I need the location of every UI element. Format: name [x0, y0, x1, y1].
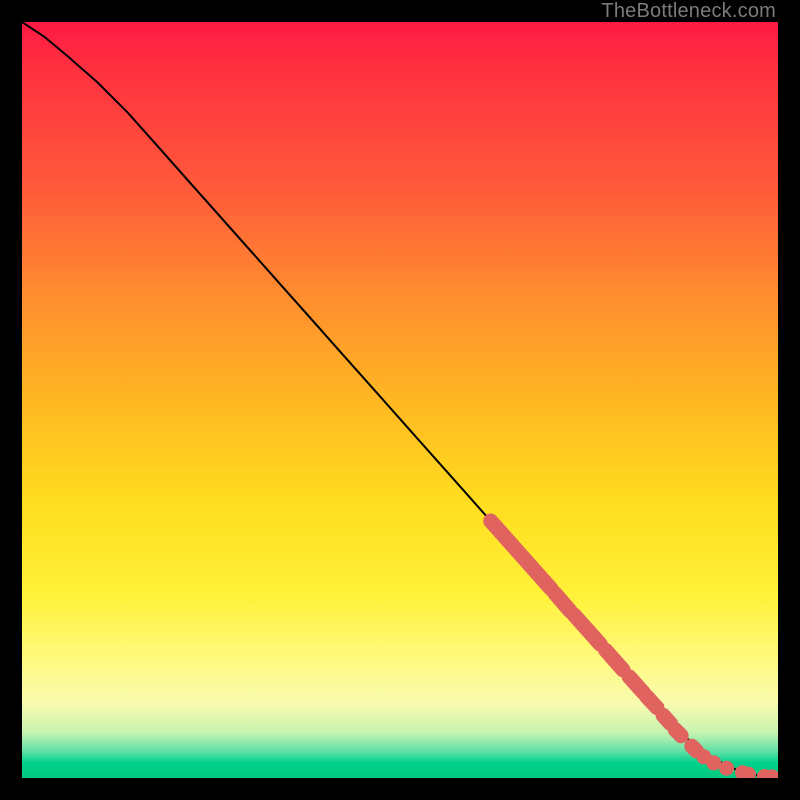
- highlight-markers: [491, 521, 778, 778]
- marker-segment: [555, 594, 570, 611]
- chart-container: TheBottleneck.com: [0, 0, 800, 800]
- marker-segment: [491, 521, 552, 589]
- marker-segment: [574, 615, 600, 645]
- marker-dot: [719, 761, 734, 776]
- curve-overlay: [22, 22, 778, 778]
- marker-segment: [647, 696, 658, 707]
- marker-dot: [706, 755, 721, 770]
- watermark-text: TheBottleneck.com: [601, 0, 776, 23]
- marker-segment: [606, 650, 623, 670]
- bottleneck-curve: [22, 22, 778, 777]
- marker-segment: [692, 746, 697, 751]
- marker-segment: [675, 730, 681, 736]
- marker-segment: [663, 715, 671, 723]
- marker-segment: [629, 677, 643, 693]
